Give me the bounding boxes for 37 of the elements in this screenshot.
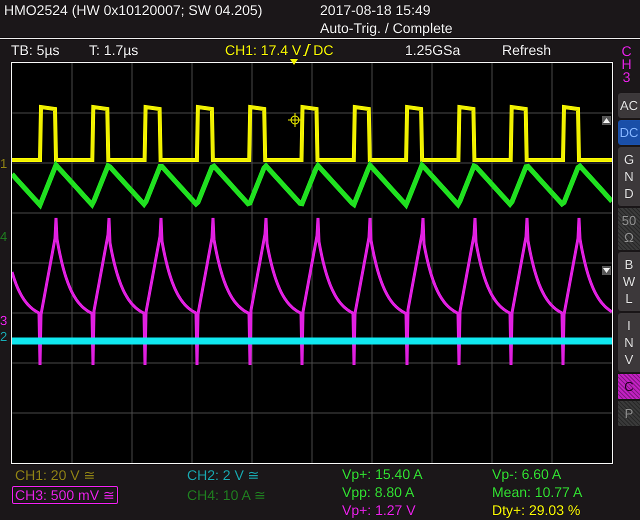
measurement-value: Vp+: 15.40 A <box>342 466 424 482</box>
trigger-point-icon <box>288 113 302 127</box>
channel-marker: 3 <box>0 314 8 327</box>
acquisition-setting: T: 1.7µs <box>89 40 140 60</box>
coupling-button[interactable]: I N V <box>618 313 640 372</box>
menu-button[interactable]: P <box>618 401 640 426</box>
acquisition-setting: 1.25GSa <box>405 40 462 60</box>
channel-scale[interactable]: CH3: 500 mV ≅ <box>12 486 118 504</box>
channel-marker: 2 <box>0 330 8 343</box>
acquisition-setting: Refresh <box>502 40 552 60</box>
measurement-value: Dty+: 29.03 % <box>492 502 582 518</box>
menu-button[interactable]: 50 Ω <box>618 208 640 250</box>
coupling-button[interactable]: DC <box>618 120 640 145</box>
measurement-value: Vp-: 6.60 A <box>492 466 562 482</box>
channel-menu-title: C H 3 <box>620 42 633 87</box>
rising-slope-icon <box>303 44 312 56</box>
channel-marker: 4 <box>0 230 8 243</box>
device-info: HMO2524 (HW 0x10120007; SW 04.205) <box>3 1 264 20</box>
trigger-source: CH1: 17.4 V <box>225 40 302 60</box>
trigger-status: Auto-Trig. / Complete <box>320 19 453 37</box>
measurement-value: Vpp: 8.80 A <box>342 484 416 500</box>
coupling-button[interactable]: B W L <box>618 252 640 311</box>
measurement-value: Vp+: 1.27 V <box>342 502 417 518</box>
coupling-button[interactable]: G N D <box>618 147 640 206</box>
measurement-value: Mean: 10.77 A <box>492 484 584 500</box>
channel-scale[interactable]: CH4: 10 A ≅ <box>184 486 269 504</box>
date-time: 2017-08-18 15:49 <box>320 1 432 19</box>
coupling-button[interactable]: AC <box>618 93 640 118</box>
channel-marker: 1 <box>0 157 8 170</box>
trigger-position-icon <box>290 59 298 65</box>
channel-scale[interactable]: CH2: 2 V ≅ <box>184 466 263 484</box>
trigger-coupling: DC <box>313 40 334 60</box>
trigger-level-up-icon <box>602 116 611 125</box>
offset-down-icon <box>602 266 611 275</box>
acquisition-setting: TB: 5µs <box>11 40 61 60</box>
menu-button[interactable]: C <box>618 374 640 399</box>
channel-scale[interactable]: CH1: 20 V ≅ <box>12 466 98 484</box>
